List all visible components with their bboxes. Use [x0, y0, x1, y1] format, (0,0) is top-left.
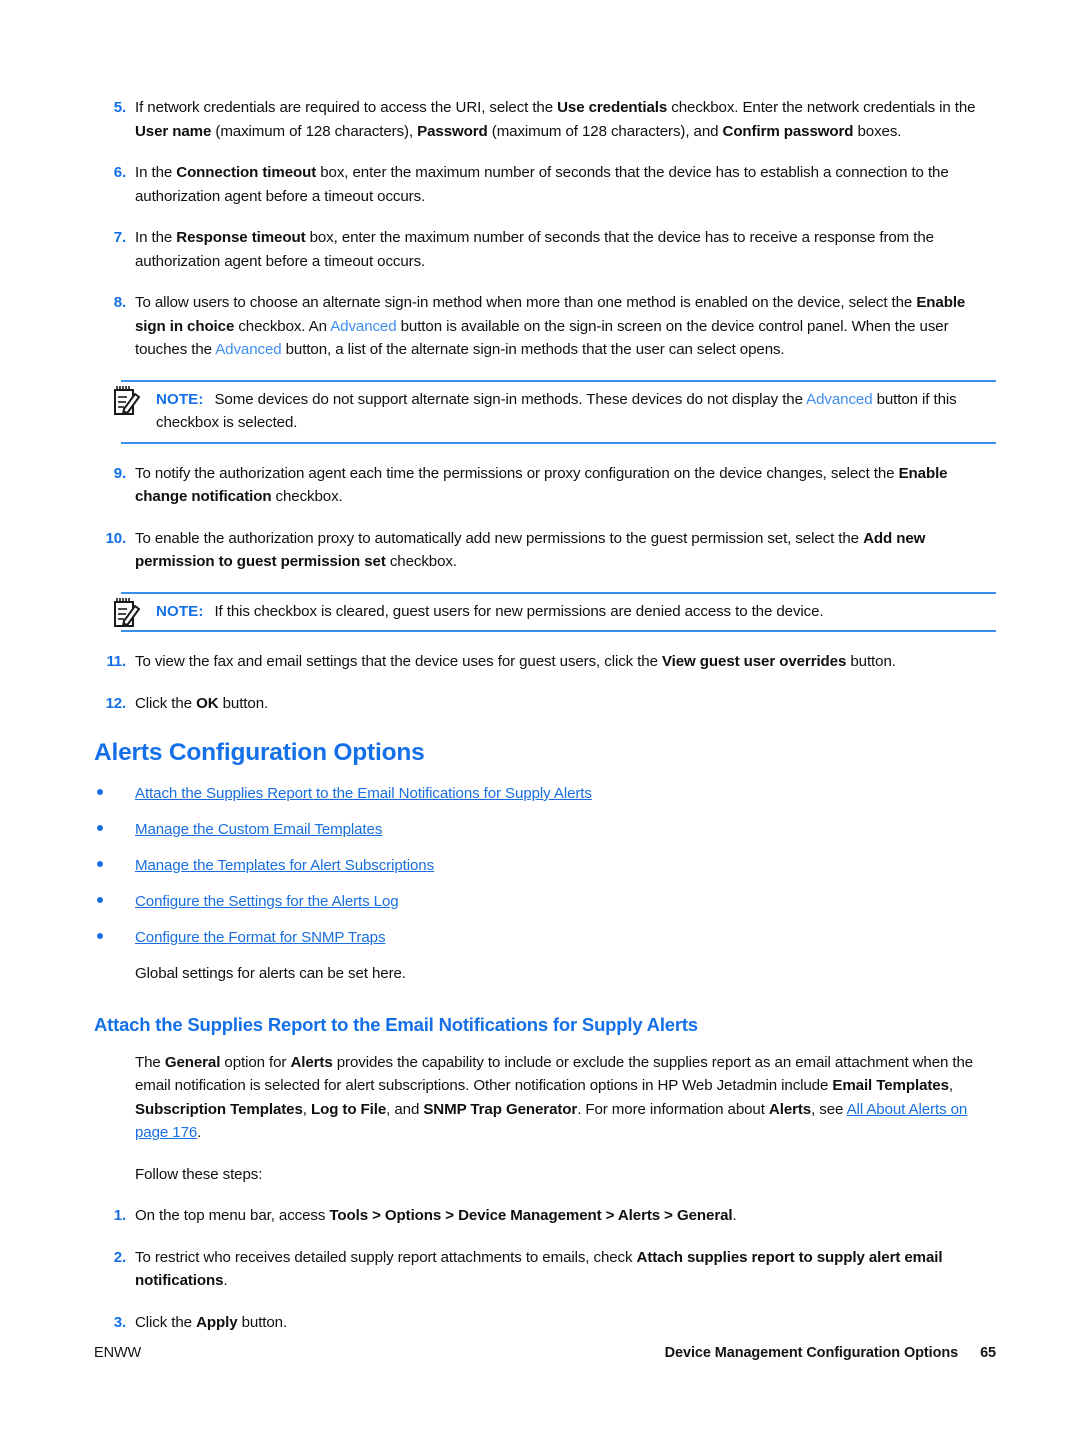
step-item: 10. To enable the authorization proxy to…: [94, 527, 996, 574]
step-item: 6. In the Connection timeout box, enter …: [94, 161, 996, 208]
attach-supplies-steps: 1. On the top menu bar, access Tools > O…: [94, 1204, 996, 1334]
footer-right: Device Management Configuration Options …: [665, 1345, 996, 1361]
bullet-icon: [94, 926, 135, 950]
step-item: 8. To allow users to choose an alternate…: [94, 291, 996, 362]
page-content: 5. If network credentials are required t…: [94, 96, 996, 1352]
link-configure-settings-alerts-log[interactable]: Configure the Settings for the Alerts Lo…: [135, 893, 399, 910]
list-item: Configure the Format for SNMP Traps: [94, 926, 996, 950]
link-attach-supplies-report[interactable]: Attach the Supplies Report to the Email …: [135, 785, 592, 802]
step-item: 12. Click the OK button.: [94, 692, 996, 716]
step-number: 6.: [113, 164, 126, 181]
list-item: Attach the Supplies Report to the Email …: [94, 782, 996, 806]
footer-page-number: 65: [980, 1345, 996, 1361]
step-number: 1.: [113, 1207, 126, 1224]
step-text: To restrict who receives detailed supply…: [135, 1248, 943, 1290]
step-item: 7. In the Response timeout box, enter th…: [94, 226, 996, 273]
bullet-icon: [94, 890, 135, 914]
alerts-intro-paragraph: Global settings for alerts can be set he…: [135, 965, 406, 982]
note-pad-pencil-icon: [111, 385, 141, 417]
follow-these-steps-label: Follow these steps:: [135, 1165, 263, 1183]
step-item: 11. To view the fax and email settings t…: [94, 650, 996, 674]
bullet-icon: [94, 818, 135, 842]
document-page: 5. If network credentials are required t…: [0, 0, 1080, 1437]
bullet-icon: [94, 782, 135, 806]
steps-list-continued-3: 11. To view the fax and email settings t…: [94, 650, 996, 715]
steps-list-continued-2: 9. To notify the authorization agent eac…: [94, 462, 996, 574]
step-number: 8.: [113, 294, 126, 311]
note-text: Some devices do not support alternate si…: [156, 390, 957, 432]
link-configure-format-snmp-traps[interactable]: Configure the Format for SNMP Traps: [135, 929, 386, 946]
step-number: 12.: [105, 694, 127, 712]
step-text: To view the fax and email settings that …: [135, 653, 896, 670]
step-text: To notify the authorization agent each t…: [135, 464, 948, 506]
bullet-icon: [94, 854, 135, 878]
page-footer: ENWW Device Management Configuration Opt…: [94, 1345, 996, 1361]
note-label: NOTE:: [156, 602, 204, 620]
attach-supplies-paragraph: The General option for Alerts provides t…: [135, 1053, 974, 1142]
note-content: NOTE: Some devices do not support alterna…: [121, 388, 996, 435]
steps-list-continued: 5. If network credentials are required t…: [94, 96, 996, 362]
step-number: 2.: [113, 1248, 126, 1266]
inline-ui-term: Advanced: [806, 390, 873, 408]
step-number: 10.: [105, 529, 127, 547]
step-number: 7.: [113, 229, 126, 246]
inline-ui-term: Advanced: [330, 317, 397, 335]
step-item: 9. To notify the authorization agent eac…: [94, 462, 996, 509]
list-item: Configure the Settings for the Alerts Lo…: [94, 890, 996, 914]
footer-chapter-title: Device Management Configuration Options: [664, 1345, 959, 1361]
alerts-links-list: Attach the Supplies Report to the Email …: [94, 782, 996, 950]
step-text: In the Response timeout box, enter the m…: [135, 229, 934, 270]
step-number: 11.: [106, 653, 126, 670]
step-number: 5.: [113, 99, 126, 116]
link-manage-templates-alert-subscriptions[interactable]: Manage the Templates for Alert Subscript…: [135, 857, 434, 874]
step-item: 3. Click the Apply button.: [94, 1311, 996, 1335]
step-text: To enable the authorization proxy to aut…: [135, 529, 926, 571]
note-pad-pencil-icon: [111, 597, 141, 629]
step-item: 5. If network credentials are required t…: [94, 96, 996, 143]
step-text: On the top menu bar, access Tools > Opti…: [135, 1207, 737, 1224]
step-text: In the Connection timeout box, enter the…: [135, 164, 949, 205]
note-box: NOTE: Some devices do not support alterna…: [114, 379, 996, 444]
step-text: To allow users to choose an alternate si…: [135, 294, 966, 358]
note-text: If this checkbox is cleared, guest users…: [214, 602, 824, 620]
step-item: 1. On the top menu bar, access Tools > O…: [94, 1204, 996, 1228]
step-text: If network credentials are required to a…: [135, 99, 976, 140]
step-text: Click the Apply button.: [135, 1313, 288, 1331]
link-manage-custom-email-templates[interactable]: Manage the Custom Email Templates: [135, 821, 382, 838]
section-heading-alerts-configuration-options: Alerts Configuration Options: [94, 739, 425, 766]
note-content: NOTE: If this checkbox is cleared, guest …: [121, 600, 996, 624]
footer-left-label: ENWW: [94, 1345, 142, 1361]
step-number: 9.: [113, 464, 126, 482]
step-number: 3.: [113, 1313, 126, 1331]
note-label: NOTE:: [156, 390, 204, 408]
list-item: Manage the Custom Email Templates: [94, 818, 996, 842]
note-box: NOTE: If this checkbox is cleared, guest …: [114, 591, 996, 632]
step-item: 2. To restrict who receives detailed sup…: [94, 1246, 996, 1293]
section-heading-attach-supplies-report: Attach the Supplies Report to the Email …: [94, 1013, 698, 1035]
list-item: Manage the Templates for Alert Subscript…: [94, 854, 996, 878]
inline-ui-term: Advanced: [215, 341, 282, 358]
step-text: Click the OK button.: [135, 694, 269, 712]
